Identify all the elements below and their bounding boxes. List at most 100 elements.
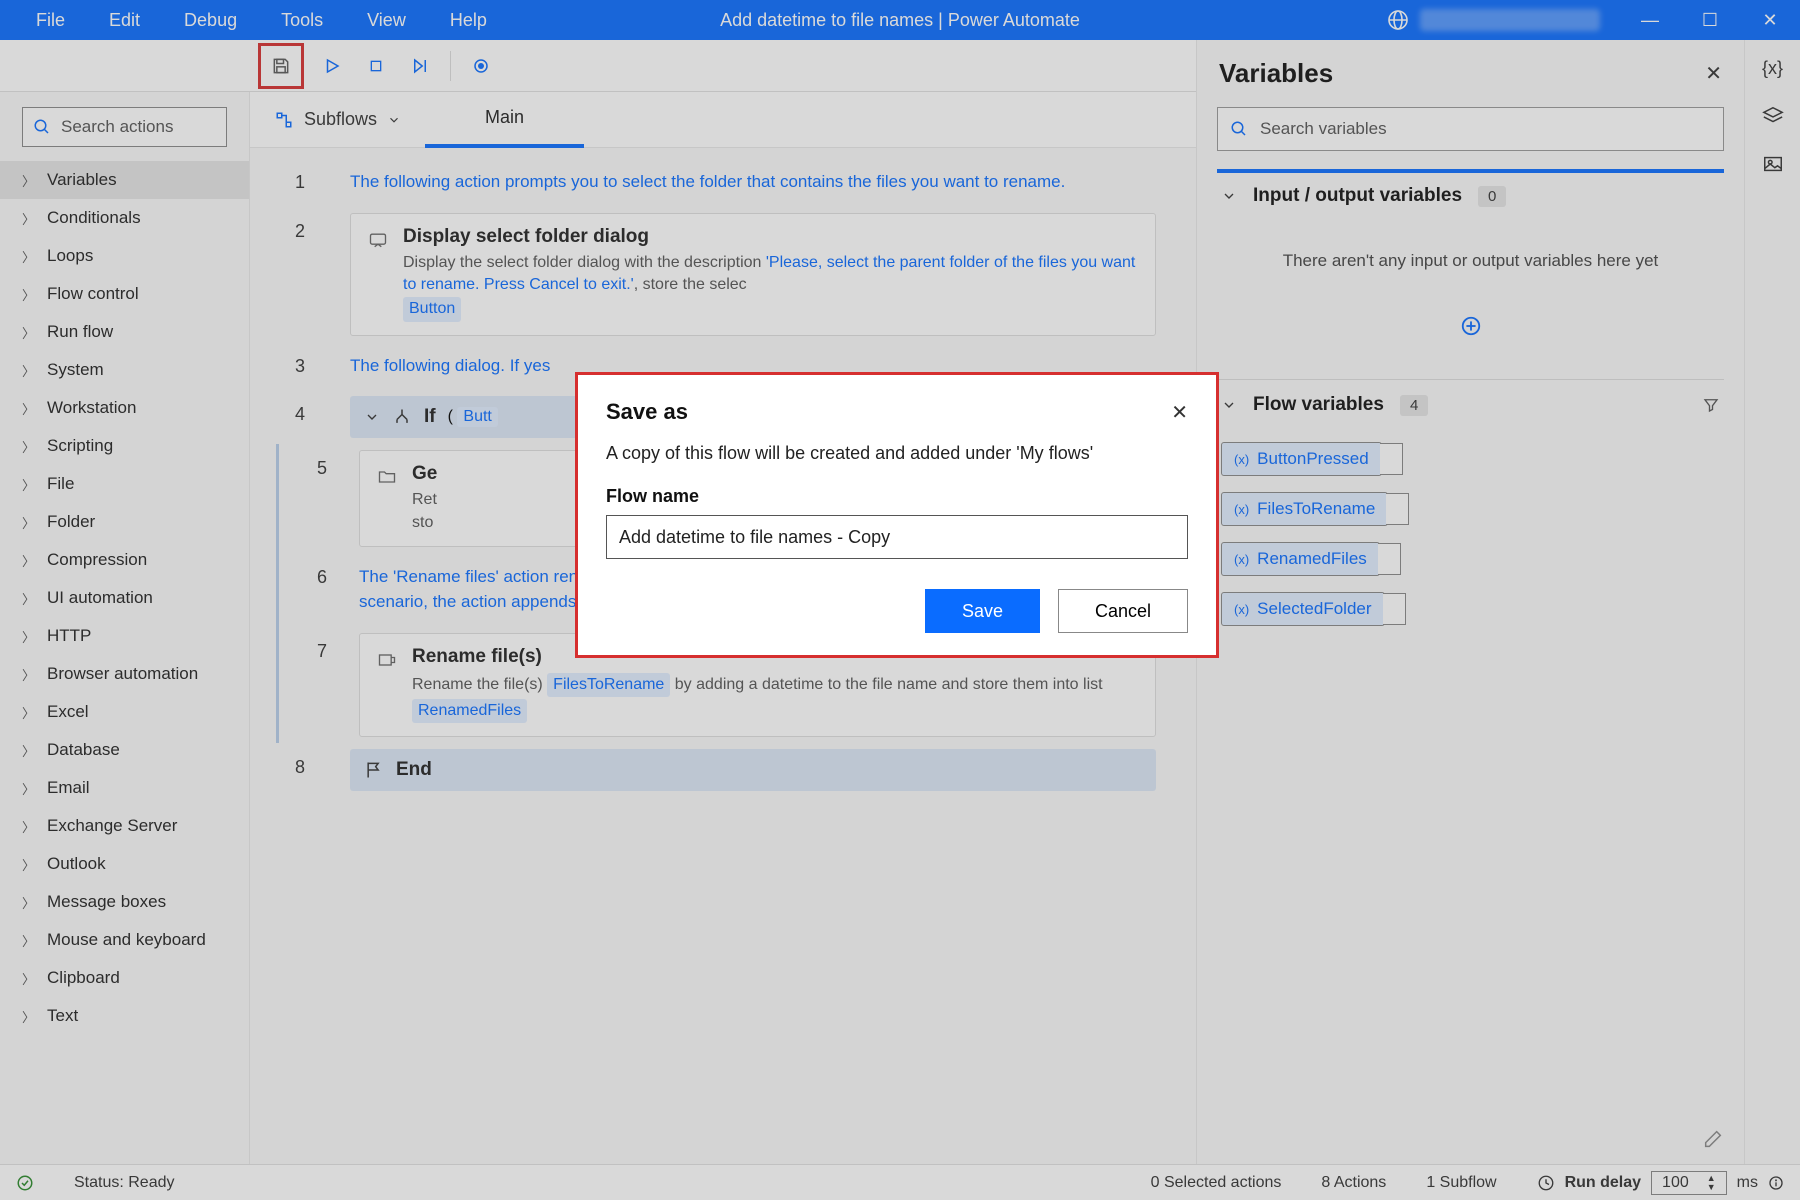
category-item[interactable]: 〉Conditionals [0,199,249,237]
category-item[interactable]: 〉Exchange Server [0,807,249,845]
category-item[interactable]: 〉Mouse and keyboard [0,921,249,959]
category-item[interactable]: 〉HTTP [0,617,249,655]
variable-name: ButtonPressed [1257,449,1369,469]
category-item[interactable]: 〉Excel [0,693,249,731]
search-icon [33,118,51,136]
search-icon [1230,120,1248,138]
subflow-bar: Subflows Main [250,92,1196,148]
flag-icon [364,760,384,780]
stop-button[interactable] [354,44,398,88]
maximize-button[interactable]: ☐ [1680,0,1740,40]
record-icon [472,57,490,75]
step-number: 4 [250,390,350,425]
action-card[interactable]: Display select folder dialog Display the… [350,213,1156,336]
dialog-title: Save as [606,399,688,425]
comment: The following dialog. If yes [350,342,570,391]
category-label: Workstation [47,398,136,418]
chevron-right-icon: 〉 [22,475,35,494]
close-panel-button[interactable]: ✕ [1705,61,1722,86]
step-number: 3 [250,342,350,377]
menu-view[interactable]: View [345,2,428,39]
flow-name-input[interactable] [606,515,1188,559]
subflows-dropdown[interactable]: Subflows [250,92,425,148]
category-item[interactable]: 〉Folder [0,503,249,541]
record-button[interactable] [459,44,503,88]
search-variables-input[interactable]: Search variables [1217,107,1724,151]
category-label: Exchange Server [47,816,177,836]
category-item[interactable]: 〉Loops [0,237,249,275]
action-description: Ret sto [412,489,437,534]
menu-edit[interactable]: Edit [87,2,162,39]
minimize-button[interactable]: ― [1620,0,1680,40]
chevron-right-icon: 〉 [22,627,35,646]
action-title: Ge [412,463,437,485]
category-item[interactable]: 〉Email [0,769,249,807]
variable-chip[interactable]: (x)FilesToRename [1221,492,1388,526]
clock-icon [1537,1174,1555,1192]
chevron-right-icon: 〉 [22,703,35,722]
end-block[interactable]: End [350,749,1156,791]
category-item[interactable]: 〉Message boxes [0,883,249,921]
flow-variables-header[interactable]: Flow variables 4 [1217,380,1724,430]
plus-circle-icon [1460,315,1482,337]
run-delay-control: Run delay 100▲▼ ms [1537,1171,1784,1195]
chevron-right-icon: 〉 [22,893,35,912]
category-item[interactable]: 〉Workstation [0,389,249,427]
action-title: Display select folder dialog [403,226,1139,248]
category-item[interactable]: 〉File [0,465,249,503]
category-item[interactable]: 〉Clipboard [0,959,249,997]
cancel-button[interactable]: Cancel [1058,589,1188,633]
step-number: 6 [285,553,359,588]
variable-chip[interactable]: (x)RenamedFiles [1221,542,1380,576]
comment: The following action prompts you to sele… [350,158,1085,207]
chevron-right-icon: 〉 [22,969,35,988]
step-button[interactable] [398,44,442,88]
category-item[interactable]: 〉Outlook [0,845,249,883]
category-item[interactable]: 〉UI automation [0,579,249,617]
category-label: Database [47,740,120,760]
variables-panel: Variables ✕ Search variables Input / out… [1196,40,1744,1164]
images-strip-button[interactable] [1762,153,1784,175]
variable-icon: (x) [1234,552,1249,567]
category-item[interactable]: 〉Browser automation [0,655,249,693]
category-label: Loops [47,246,93,266]
search-actions-input[interactable]: Search actions [22,107,227,147]
category-item[interactable]: 〉Scripting [0,427,249,465]
variable-name: SelectedFolder [1257,599,1371,619]
variable-chip[interactable]: (x) ButtonPressed [1221,442,1382,476]
category-item[interactable]: 〉Flow control [0,275,249,313]
menu-debug[interactable]: Debug [162,2,259,39]
layers-icon [1762,105,1784,127]
eraser-button[interactable] [1702,1128,1724,1150]
variables-strip-button[interactable]: {x} [1762,58,1783,79]
category-item[interactable]: 〉Text [0,997,249,1035]
category-label: Browser automation [47,664,198,684]
add-variable-button[interactable] [1217,301,1724,361]
run-delay-label: Run delay [1565,1174,1641,1192]
save-icon [271,56,291,76]
dialog-close-button[interactable]: ✕ [1171,400,1188,425]
filter-button[interactable] [1702,396,1720,414]
category-item[interactable]: 〉Database [0,731,249,769]
category-item[interactable]: 〉Compression [0,541,249,579]
category-item[interactable]: 〉Variables [0,161,249,199]
variable-chip[interactable]: (x)SelectedFolder [1221,592,1385,626]
layers-strip-button[interactable] [1762,105,1784,127]
tab-main[interactable]: Main [425,92,584,148]
chevron-right-icon: 〉 [22,209,35,228]
category-item[interactable]: 〉System [0,351,249,389]
chevron-right-icon: 〉 [22,513,35,532]
menu-file[interactable]: File [14,2,87,39]
menu-tools[interactable]: Tools [259,2,345,39]
close-button[interactable]: ✕ [1740,0,1800,40]
chevron-right-icon: 〉 [22,551,35,570]
category-label: Email [47,778,90,798]
run-delay-input[interactable]: 100▲▼ [1651,1171,1727,1195]
save-button[interactable]: Save [925,589,1040,633]
io-variables-header[interactable]: Input / output variables 0 [1217,169,1724,221]
save-button[interactable] [258,43,304,89]
variable-icon: (x) [1234,452,1249,467]
category-item[interactable]: 〉Run flow [0,313,249,351]
run-button[interactable] [310,44,354,88]
menu-help[interactable]: Help [428,2,509,39]
